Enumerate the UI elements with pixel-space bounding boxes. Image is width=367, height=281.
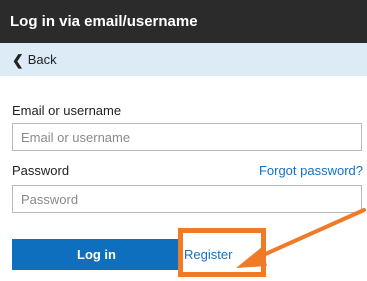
- page-header: Log in via email/username: [0, 0, 367, 43]
- back-label: Back: [27, 52, 57, 67]
- email-field[interactable]: [12, 123, 362, 151]
- register-link[interactable]: Register: [184, 247, 232, 262]
- forgot-password-link[interactable]: Forgot password?: [259, 163, 363, 178]
- login-button[interactable]: Log in: [12, 239, 181, 270]
- back-button[interactable]: ❮ Back: [0, 43, 367, 76]
- chevron-left-icon: ❮: [12, 51, 24, 68]
- password-field[interactable]: [12, 185, 362, 213]
- email-label: Email or username: [12, 103, 122, 118]
- page-title: Log in via email/username: [10, 13, 198, 30]
- password-label: Password: [12, 163, 70, 178]
